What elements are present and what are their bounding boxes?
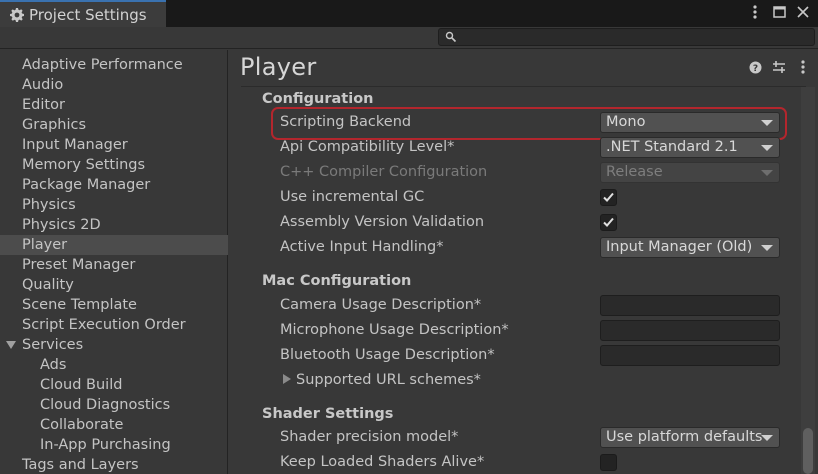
api-compatibility-label: Api Compatibility Level* bbox=[280, 139, 455, 155]
dropdown-value: .NET Standard 2.1 bbox=[606, 139, 738, 155]
dropdown-value: Mono bbox=[606, 114, 646, 130]
title-bar: Project Settings bbox=[0, 0, 818, 27]
scrollbar-thumb[interactable] bbox=[803, 428, 813, 474]
sidebar-item-audio[interactable]: Audio bbox=[0, 75, 228, 95]
sidebar-item-input-manager[interactable]: Input Manager bbox=[0, 135, 228, 155]
chevron-down-icon bbox=[761, 245, 773, 251]
sidebar-item-graphics[interactable]: Graphics bbox=[0, 115, 228, 135]
api-compatibility-dropdown[interactable]: .NET Standard 2.1 bbox=[600, 137, 780, 158]
window-tab[interactable]: Project Settings bbox=[0, 0, 166, 27]
sidebar-item-collaborate[interactable]: Collaborate bbox=[0, 415, 228, 435]
vertical-scrollbar[interactable] bbox=[801, 87, 815, 474]
section-mac-configuration: Mac Configuration bbox=[262, 273, 412, 289]
sidebar-item-ads[interactable]: Ads bbox=[0, 355, 228, 375]
more-options-icon[interactable] bbox=[748, 4, 762, 20]
dropdown-value: Use platform defaults bbox=[606, 429, 763, 445]
microphone-usage-field[interactable] bbox=[600, 320, 780, 341]
cpp-compiler-label: C++ Compiler Configuration bbox=[280, 164, 488, 180]
svg-text:?: ? bbox=[752, 64, 757, 74]
sidebar-item-cloud-diagnostics[interactable]: Cloud Diagnostics bbox=[0, 395, 228, 415]
expand-arrow-icon[interactable] bbox=[6, 341, 16, 349]
sidebar-item-script-execution-order[interactable]: Script Execution Order bbox=[0, 315, 228, 335]
sidebar-item-label: Services bbox=[22, 337, 84, 353]
sidebar-item-scene-template[interactable]: Scene Template bbox=[0, 295, 228, 315]
page-title: Player bbox=[240, 53, 317, 81]
search-input[interactable] bbox=[438, 28, 815, 46]
foldout-label: Supported URL schemes* bbox=[296, 372, 481, 388]
chevron-down-icon bbox=[761, 145, 773, 151]
sidebar-item-in-app-purchasing[interactable]: In-App Purchasing bbox=[0, 435, 228, 455]
section-configuration: Configuration bbox=[262, 91, 374, 107]
sidebar-item-player[interactable]: Player bbox=[0, 235, 228, 255]
sidebar-item-tags-and-layers[interactable]: Tags and Layers bbox=[0, 455, 228, 474]
keep-shaders-checkbox[interactable] bbox=[600, 454, 617, 471]
more-options-icon[interactable] bbox=[796, 60, 810, 74]
assembly-validation-label: Assembly Version Validation bbox=[280, 214, 485, 230]
maximize-icon[interactable] bbox=[772, 4, 786, 20]
window-title: Project Settings bbox=[29, 5, 147, 24]
sidebar-item-physics-2d[interactable]: Physics 2D bbox=[0, 215, 228, 235]
camera-usage-field[interactable] bbox=[600, 295, 780, 316]
sidebar-item-adaptive-performance[interactable]: Adaptive Performance bbox=[0, 55, 228, 75]
expand-arrow-icon bbox=[283, 374, 291, 384]
sidebar-item-memory-settings[interactable]: Memory Settings bbox=[0, 155, 228, 175]
section-shader-settings: Shader Settings bbox=[262, 406, 394, 422]
chevron-down-icon bbox=[761, 435, 773, 441]
scripting-backend-dropdown[interactable]: Mono bbox=[600, 112, 780, 133]
dropdown-value: Input Manager (Old) bbox=[606, 239, 753, 255]
sidebar-item-package-manager[interactable]: Package Manager bbox=[0, 175, 228, 195]
incremental-gc-checkbox[interactable] bbox=[600, 189, 617, 206]
player-settings-panel: Player ? Configuration Scripting Backend… bbox=[229, 50, 818, 474]
shader-precision-dropdown[interactable]: Use platform defaults bbox=[600, 427, 780, 448]
sidebar-item-cloud-build[interactable]: Cloud Build bbox=[0, 375, 228, 395]
dropdown-value: Release bbox=[606, 164, 663, 180]
shader-precision-label: Shader precision model* bbox=[280, 429, 459, 445]
preset-icon[interactable] bbox=[772, 60, 786, 74]
sidebar-item-editor[interactable]: Editor bbox=[0, 95, 228, 115]
search-icon bbox=[445, 31, 457, 43]
url-schemes-foldout[interactable]: Supported URL schemes* bbox=[279, 368, 481, 392]
sidebar-item-quality[interactable]: Quality bbox=[0, 275, 228, 295]
chevron-down-icon bbox=[761, 170, 773, 176]
active-input-label: Active Input Handling* bbox=[280, 239, 444, 255]
sidebar-item-services[interactable]: Services bbox=[0, 335, 228, 355]
chevron-down-icon bbox=[761, 120, 773, 126]
close-icon[interactable] bbox=[796, 4, 810, 20]
bluetooth-usage-field[interactable] bbox=[600, 345, 780, 366]
assembly-validation-checkbox[interactable] bbox=[600, 214, 617, 231]
camera-usage-label: Camera Usage Description* bbox=[280, 297, 482, 313]
keep-shaders-label: Keep Loaded Shaders Alive* bbox=[280, 454, 485, 470]
sidebar-item-physics[interactable]: Physics bbox=[0, 195, 228, 215]
active-input-dropdown[interactable]: Input Manager (Old) bbox=[600, 237, 780, 258]
bluetooth-usage-label: Bluetooth Usage Description* bbox=[280, 347, 495, 363]
search-bar-row bbox=[0, 27, 818, 49]
sidebar-item-preset-manager[interactable]: Preset Manager bbox=[0, 255, 228, 275]
scripting-backend-label: Scripting Backend bbox=[280, 114, 412, 130]
header-divider bbox=[241, 86, 806, 87]
incremental-gc-label: Use incremental GC bbox=[280, 189, 425, 205]
microphone-usage-label: Microphone Usage Description* bbox=[280, 322, 509, 338]
gear-icon bbox=[10, 7, 24, 22]
cpp-compiler-dropdown: Release bbox=[600, 162, 780, 183]
help-icon[interactable]: ? bbox=[748, 60, 762, 74]
checkmark-icon bbox=[603, 217, 614, 227]
settings-sidebar: Adaptive Performance Audio Editor Graphi… bbox=[0, 50, 228, 474]
checkmark-icon bbox=[603, 192, 614, 202]
